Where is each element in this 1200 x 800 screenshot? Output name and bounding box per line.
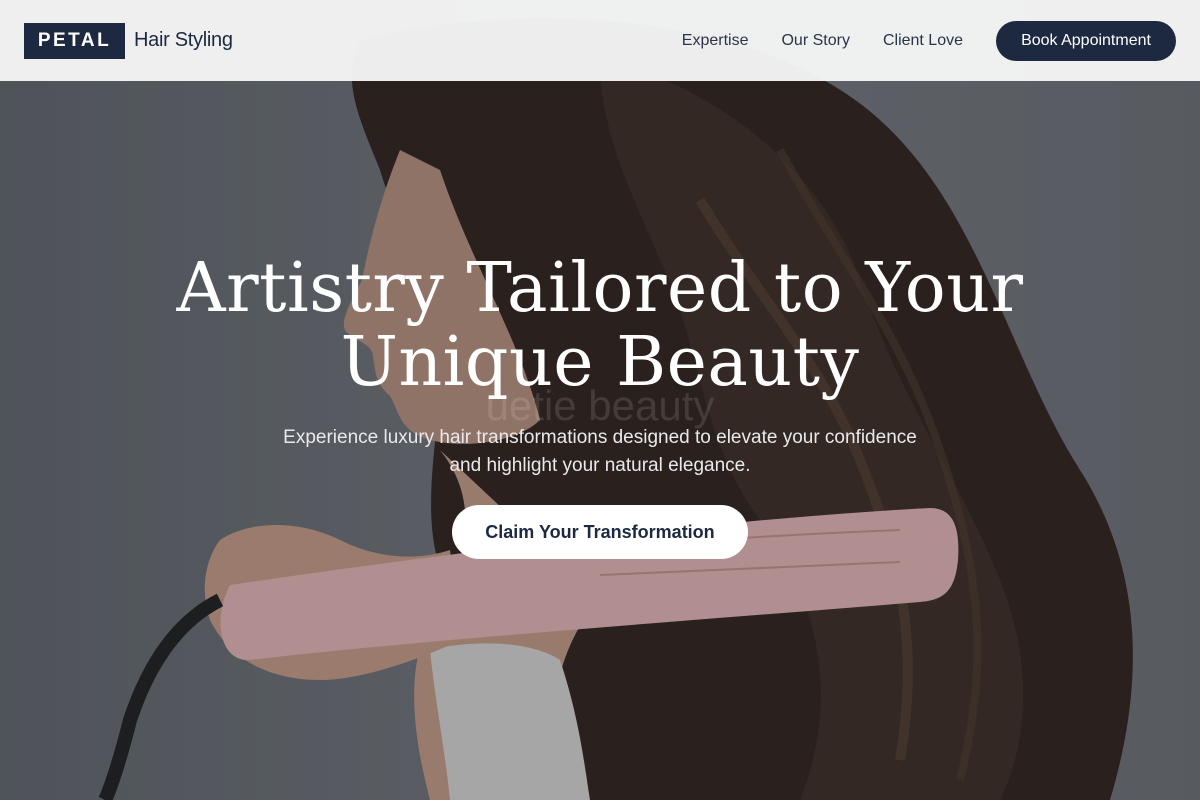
logo-text: Hair Styling [134,29,233,51]
site-header: PETAL Hair Styling Expertise Our Story C… [0,0,1200,81]
claim-transformation-button[interactable]: Claim Your Transformation [452,505,748,559]
nav-link-client-love[interactable]: Client Love [883,32,963,50]
book-appointment-button[interactable]: Book Appointment [996,20,1176,61]
hero-subtitle-line-2: and highlight your natural elegance. [449,455,751,476]
hero-title: Artistry Tailored to Your Unique Beauty [100,252,1100,400]
logo-mark: PETAL [24,22,125,59]
hero-subtitle: Experience luxury hair transformations d… [260,424,940,480]
nav-link-our-story[interactable]: Our Story [781,32,849,50]
nav-link-expertise[interactable]: Expertise [682,32,749,50]
logo[interactable]: PETAL Hair Styling [24,22,233,59]
hero-subtitle-line-1: Experience luxury hair transformations d… [283,427,917,448]
hero-title-line-2: Unique Beauty [340,323,860,402]
hero-title-line-1: Artistry Tailored to Your [176,249,1024,328]
main-nav: Expertise Our Story Client Love Book App… [682,20,1176,61]
